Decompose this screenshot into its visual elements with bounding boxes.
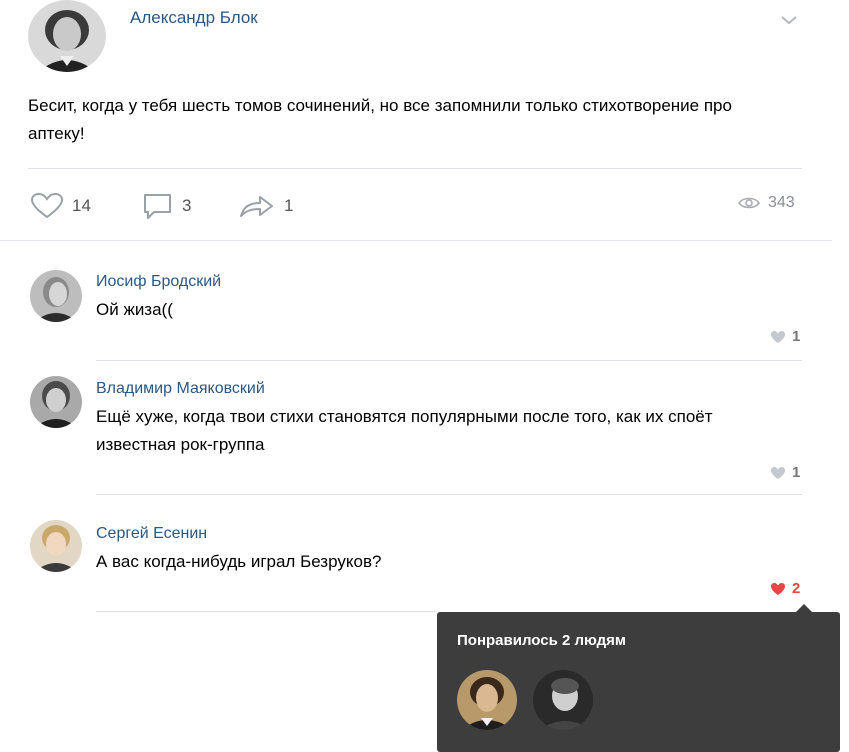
comment-author-name[interactable]: Сергей Есенин xyxy=(96,525,207,543)
avatar-mayakovsky-photo xyxy=(30,376,82,428)
comment-like-button[interactable]: 2 xyxy=(770,580,800,597)
likes-tooltip: Понравилось 2 людям xyxy=(437,612,840,752)
comment-author-name[interactable]: Иосиф Бродский xyxy=(96,273,221,291)
comment-icon xyxy=(144,194,171,219)
comment-author-avatar[interactable] xyxy=(30,270,82,322)
divider xyxy=(96,611,436,612)
divider xyxy=(96,494,802,495)
comment-like-button[interactable]: 1 xyxy=(770,464,800,481)
share-button[interactable]: 1 xyxy=(238,192,293,220)
views-count: 343 xyxy=(768,194,795,211)
heart-outline-icon xyxy=(30,192,64,219)
divider xyxy=(28,168,802,169)
share-count: 1 xyxy=(284,196,294,215)
comment-like-button[interactable]: 1 xyxy=(770,328,800,345)
avatar-pushkin-photo xyxy=(457,670,517,730)
comment-author-name[interactable]: Владимир Маяковский xyxy=(96,380,265,398)
liker-avatar[interactable] xyxy=(533,670,593,730)
post-author-name[interactable]: Александр Блок xyxy=(130,8,258,28)
comment-text: Ой жиза(( xyxy=(96,300,173,319)
comment-text: Ещё хуже, когда твои стихи становятся по… xyxy=(96,407,713,454)
post-text: Бесит, когда у тебя шесть томов сочинени… xyxy=(28,96,732,143)
avatar-esenin-photo xyxy=(30,520,82,572)
liker-avatar[interactable] xyxy=(457,670,517,730)
avatar-bezrukov-photo xyxy=(533,670,593,730)
comment-button[interactable]: 3 xyxy=(142,192,191,220)
tooltip-arrow xyxy=(796,604,812,612)
views-counter: 343 xyxy=(738,194,795,212)
avatar-blok-photo xyxy=(28,0,106,72)
comment-author-avatar[interactable] xyxy=(30,520,82,572)
comment-count: 3 xyxy=(182,196,192,215)
comment-like-count: 1 xyxy=(792,328,801,345)
comment-author-avatar[interactable] xyxy=(30,376,82,428)
heart-icon xyxy=(771,330,785,343)
section-divider xyxy=(0,240,832,241)
heart-filled-icon xyxy=(771,582,785,595)
like-count: 14 xyxy=(72,196,91,215)
comment-like-count: 2 xyxy=(792,580,801,597)
divider xyxy=(96,360,802,361)
avatar-brodsky-photo xyxy=(30,270,82,322)
tooltip-title[interactable]: Понравилось 2 людям xyxy=(457,632,626,649)
chevron-down-icon[interactable] xyxy=(778,12,800,28)
like-button[interactable]: 14 xyxy=(30,192,91,220)
comment-text: А вас когда-нибудь играл Безруков? xyxy=(96,552,382,571)
share-arrow-icon xyxy=(240,196,273,217)
heart-icon xyxy=(771,466,785,479)
post-author-avatar[interactable] xyxy=(28,0,106,72)
comment-like-count: 1 xyxy=(792,464,801,481)
eye-icon xyxy=(738,197,760,209)
